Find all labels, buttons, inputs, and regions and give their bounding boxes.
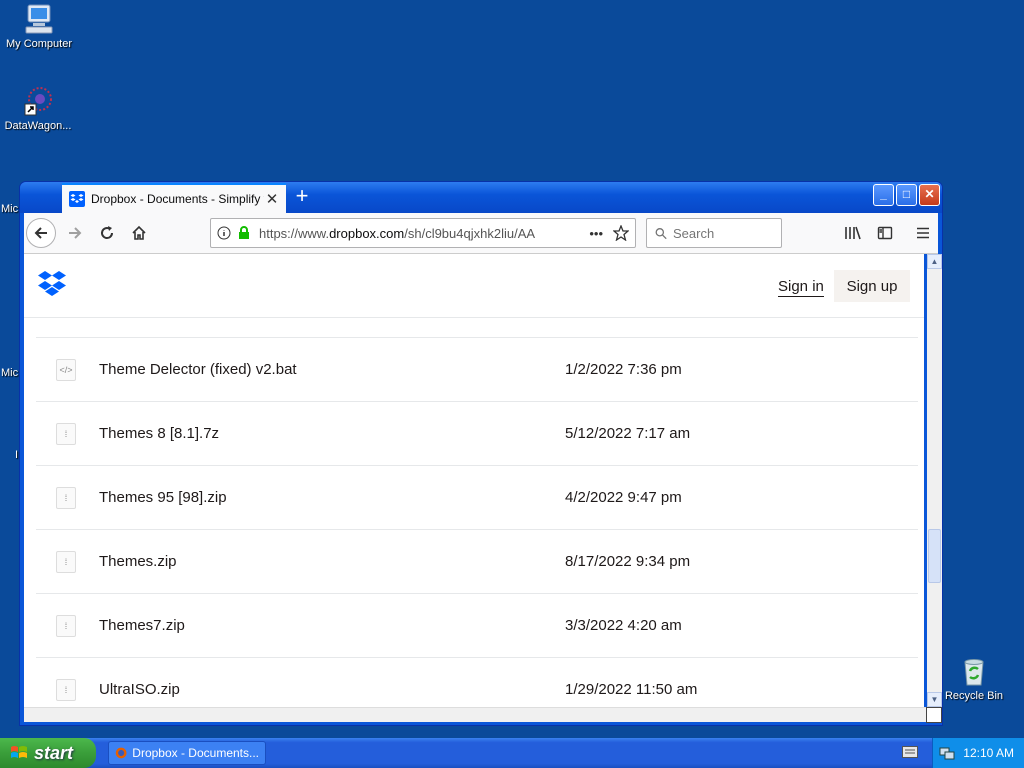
clock[interactable]: 12:10 AM [963, 746, 1014, 760]
desktop-icon-recycle-bin[interactable]: Recycle Bin [934, 656, 1014, 702]
back-arrow-icon [34, 227, 47, 239]
tab-close-icon[interactable]: ✕ [264, 190, 280, 208]
scrollbar-thumb[interactable] [928, 529, 941, 583]
file-name[interactable]: Themes.zip [99, 553, 177, 570]
firefox-icon [115, 747, 127, 759]
zip-file-icon: ⁞ [56, 551, 76, 573]
file-row[interactable]: ⁞ Themes7.zip 3/3/2022 4:20 am [36, 594, 918, 658]
browser-window: Dropbox - Documents - Simplify yo ✕ + _ … [19, 181, 943, 726]
desktop-partial-label: Mic [1, 367, 19, 379]
zip-file-icon: ⁞ [56, 615, 76, 637]
new-tab-button[interactable]: + [290, 185, 314, 209]
url-prefix: https://www. [259, 225, 330, 241]
info-icon[interactable] [217, 226, 231, 240]
desktop-icon-my-computer[interactable]: My Computer [0, 2, 78, 50]
page-actions-button[interactable]: ••• [589, 226, 603, 241]
dropbox-header: Sign in Sign up [24, 254, 924, 318]
my-computer-icon [25, 4, 53, 34]
network-icon[interactable] [939, 745, 955, 761]
file-list: </> Theme Delector (fixed) v2.bat 1/2/20… [36, 338, 918, 707]
sidebar-icon [877, 226, 893, 240]
file-name[interactable]: Theme Delector (fixed) v2.bat [99, 361, 297, 378]
system-tray: 12:10 AM [932, 738, 1024, 768]
file-date: 1/29/2022 11:50 am [565, 681, 698, 698]
windows-flag-icon [11, 746, 27, 758]
start-label: start [34, 742, 74, 763]
reload-button[interactable] [92, 218, 122, 248]
file-row[interactable]: ⁞ UltraISO.zip 1/29/2022 11:50 am [36, 658, 918, 707]
forward-arrow-icon [69, 227, 82, 239]
title-bar[interactable]: Dropbox - Documents - Simplify yo ✕ + _ … [20, 182, 942, 213]
file-row[interactable]: ⁞ Themes 8 [8.1].7z 5/12/2022 7:17 am [36, 402, 918, 466]
close-window-button[interactable]: ✕ [919, 184, 940, 206]
url-path: /sh/cl9bu4qjxhk2liu/AA [404, 225, 536, 241]
desktop-icon-label: My Computer [5, 38, 73, 50]
datawagon-icon [24, 87, 52, 116]
scroll-down-arrow-icon[interactable]: ▼ [927, 692, 942, 707]
file-row[interactable]: </> Theme Delector (fixed) v2.bat 1/2/20… [36, 338, 918, 402]
file-row[interactable]: ⁞ Themes.zip 8/17/2022 9:34 pm [36, 530, 918, 594]
keyboard-icon[interactable] [902, 746, 918, 758]
taskbar-item-label: Dropbox - Documents... [132, 746, 259, 760]
back-button[interactable] [26, 218, 56, 248]
sidebar-button[interactable] [870, 218, 900, 248]
search-icon [655, 227, 667, 239]
search-input[interactable] [673, 225, 773, 241]
file-date: 8/17/2022 9:34 pm [565, 553, 691, 570]
hamburger-menu-icon [917, 227, 929, 239]
file-date: 4/2/2022 9:47 pm [565, 489, 682, 506]
vertical-scrollbar[interactable]: ▲ ▼ [927, 254, 942, 707]
dropbox-favicon-icon [69, 191, 85, 207]
file-date: 5/12/2022 7:17 am [565, 425, 691, 442]
url-domain: dropbox.com [329, 225, 405, 241]
file-name[interactable]: Themes 95 [98].zip [99, 489, 227, 506]
taskbar: start Dropbox - Documents... 12:10 AM [0, 738, 1024, 768]
dropbox-logo-icon[interactable] [38, 270, 66, 296]
page-content: Sign in Sign up </> Theme Delector (fixe… [24, 254, 924, 707]
minimize-button[interactable]: _ [873, 184, 894, 206]
horizontal-scrollbar[interactable] [24, 707, 927, 722]
zip-file-icon: ⁞ [56, 487, 76, 509]
desktop-partial-label: I [15, 449, 19, 461]
url-bar[interactable]: https://www.dropbox.com/sh/cl9bu4qjxhk2l… [210, 218, 636, 248]
start-button[interactable]: start [0, 738, 96, 768]
library-icon [845, 226, 861, 240]
tab-dropbox[interactable]: Dropbox - Documents - Simplify yo ✕ [62, 183, 286, 213]
maximize-button[interactable]: □ [896, 184, 917, 206]
lock-icon[interactable] [237, 226, 251, 240]
sign-in-link[interactable]: Sign in [778, 278, 824, 297]
file-name[interactable]: Themes7.zip [99, 617, 185, 634]
file-date: 3/3/2022 4:20 am [565, 617, 682, 634]
taskbar-item-dropbox[interactable]: Dropbox - Documents... [108, 741, 266, 765]
tab-title: Dropbox - Documents - Simplify yo [91, 192, 264, 206]
navigation-toolbar: https://www.dropbox.com/sh/cl9bu4qjxhk2l… [24, 213, 938, 254]
menu-button[interactable] [908, 218, 938, 248]
zip-file-icon: ⁞ [56, 679, 76, 701]
home-button[interactable] [124, 218, 154, 248]
bookmark-star-icon[interactable] [613, 225, 629, 241]
code-file-icon: </> [56, 359, 76, 381]
library-button[interactable] [838, 218, 868, 248]
zip-file-icon: ⁞ [56, 423, 76, 445]
desktop-partial-label: Mic [1, 203, 19, 215]
reload-icon [101, 226, 114, 239]
forward-button[interactable] [60, 218, 90, 248]
file-date: 1/2/2022 7:36 pm [565, 361, 682, 378]
file-row[interactable]: ⁞ Themes 95 [98].zip 4/2/2022 9:47 pm [36, 466, 918, 530]
home-icon [132, 225, 146, 240]
desktop-icon-label: Recycle Bin [944, 690, 1004, 702]
sign-up-button[interactable]: Sign up [834, 270, 910, 302]
file-name[interactable]: Themes 8 [8.1].7z [99, 425, 219, 442]
scroll-up-arrow-icon[interactable]: ▲ [927, 254, 942, 269]
file-name[interactable]: UltraISO.zip [99, 681, 180, 698]
desktop-icon-label: DataWagon... [4, 120, 72, 132]
search-box[interactable] [646, 218, 782, 248]
resize-corner[interactable] [926, 707, 942, 723]
url-text: https://www.dropbox.com/sh/cl9bu4qjxhk2l… [259, 226, 583, 241]
recycle-bin-icon [964, 659, 984, 686]
desktop-icon-datawagon[interactable]: DataWagon... [0, 84, 76, 132]
